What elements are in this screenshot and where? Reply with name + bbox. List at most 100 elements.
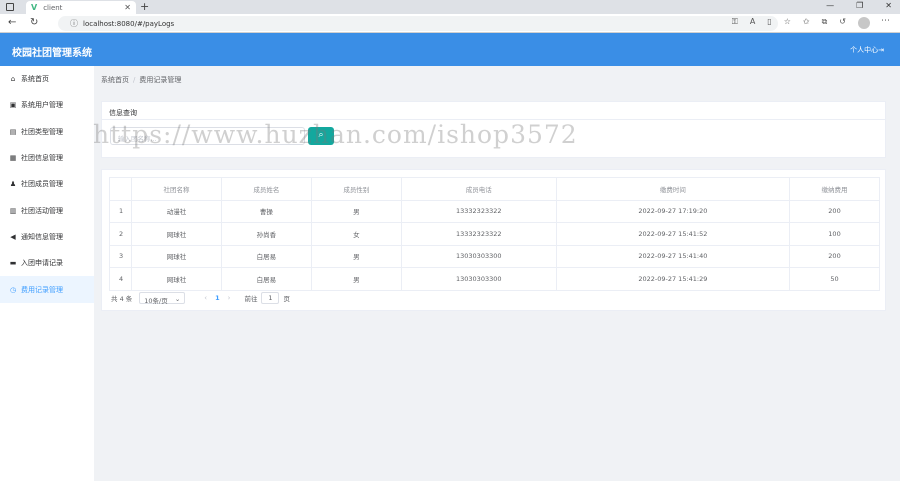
sidebar-item-label: 社团活动管理 (21, 206, 63, 215)
table-cell: 孙尚香 (220, 222, 312, 246)
sidebar-item-notices[interactable]: ◀ 通知信息管理 (0, 224, 94, 250)
sidebar-item-label: 通知信息管理 (21, 232, 63, 241)
back-icon[interactable]: ← (8, 17, 16, 28)
restore-icon[interactable]: ❐ (856, 1, 863, 10)
split-screen-icon[interactable]: ▯ (767, 17, 771, 27)
table-cell: 网球社 (131, 222, 222, 246)
table-cell: 200 (789, 244, 880, 268)
users-icon: ♟ (9, 180, 17, 189)
table-cell: 13332323322 (400, 222, 557, 246)
url-text: localhost:8080/#/payLogs (83, 19, 175, 28)
prev-page-icon[interactable]: ‹ (204, 294, 207, 302)
sidebar-item-activities[interactable]: ▥ 社团活动管理 (0, 197, 94, 223)
table-header-cell: 成员姓名 (220, 177, 312, 201)
profile-avatar[interactable] (858, 17, 870, 29)
favorites-icon[interactable]: ✩ (803, 17, 810, 27)
app-title: 校园社团管理系统 (12, 48, 92, 59)
clock-icon: ◷ (9, 285, 17, 294)
pagination-total: 共 4 条 (111, 295, 133, 303)
sidebar-item-label: 社团信息管理 (21, 154, 63, 163)
page-size-select[interactable]: 10条/页 ⌄ (139, 292, 186, 305)
collections-icon[interactable]: ⧉ (822, 17, 828, 27)
sidebar-item-club-types[interactable]: ▤ 社团类型管理 (0, 119, 94, 145)
table-cell: 白居易 (220, 244, 312, 268)
table-cell: 2022-09-27 15:41:52 (555, 222, 791, 246)
table-cell: 网球社 (131, 267, 222, 291)
address-bar-row: ← ↻ ⓘ localhost:8080/#/payLogs ⚿ A ▯ ☆ ✩… (0, 14, 900, 33)
table-cell: 2022-09-27 17:19:20 (555, 199, 791, 223)
next-page-icon[interactable]: › (228, 294, 231, 302)
table-row[interactable]: 3 网球社 白居易 男 13030303300 2022-09-27 15:41… (109, 244, 880, 268)
close-tab-icon[interactable]: ✕ (124, 3, 131, 12)
table-cell: 200 (789, 199, 880, 223)
page-number-current[interactable]: 1 (215, 294, 220, 302)
calendar-icon: ▥ (9, 206, 17, 215)
table-cell: 网球社 (131, 244, 222, 268)
table-cell: 100 (789, 222, 880, 246)
history-icon[interactable]: ↺ (839, 17, 846, 27)
browser-tab[interactable]: V client ✕ (26, 1, 136, 14)
breadcrumb-separator: / (133, 76, 136, 84)
site-info-icon[interactable]: ⓘ (70, 18, 78, 29)
table-cell: 2022-09-27 15:41:29 (555, 267, 791, 291)
pay-logs-table: 社团名称 成员姓名 成员性别 成员电话 缴费时间 缴纳费用 1 动漫社 曹操 男… (109, 177, 880, 291)
breadcrumb: 系统首页 / 费用记录管理 (101, 75, 181, 85)
bullhorn-icon: ◀ (10, 232, 16, 241)
table-row[interactable]: 4 网球社 白居易 男 13030303300 2022-09-27 15:41… (109, 267, 880, 291)
sidebar-item-members[interactable]: ♟ 社团成员管理 (0, 171, 94, 197)
table-cell: 3 (109, 244, 132, 268)
app-header: 校园社团管理系统 个人中心⇥ (0, 33, 900, 66)
sidebar-item-club-info[interactable]: ▦ 社团信息管理 (0, 145, 94, 171)
table-cell: 4 (109, 267, 132, 291)
table-header-cell: 缴费时间 (555, 177, 791, 201)
chevron-down-icon: ⌄ (174, 295, 181, 303)
table-header-row: 社团名称 成员姓名 成员性别 成员电话 缴费时间 缴纳费用 (109, 177, 880, 201)
table-row[interactable]: 2 网球社 孙尚香 女 13332323322 2022-09-27 15:41… (109, 222, 880, 246)
read-aloud-icon[interactable]: A (750, 17, 755, 27)
goto-label: 前往 (244, 295, 258, 303)
table-header-cell (109, 177, 132, 201)
table-cell: 13030303300 (400, 267, 557, 291)
table-cell: 男 (310, 199, 402, 223)
favorite-icon[interactable]: ☆ (784, 17, 791, 27)
table-header-cell: 缴纳费用 (789, 177, 880, 201)
building-icon: ▦ (9, 154, 17, 163)
sidebar-item-label: 系统首页 (21, 75, 49, 84)
breadcrumb-home[interactable]: 系统首页 (101, 76, 129, 84)
table-header-cell: 成员性别 (310, 177, 402, 201)
table-cell: 13030303300 (400, 244, 557, 268)
more-icon[interactable]: ⋯ (881, 16, 890, 26)
table-cell: 男 (310, 244, 402, 268)
sidebar-item-home[interactable]: ⌂ 系统首页 (0, 66, 94, 92)
sidebar-item-applications[interactable]: ▬ 入团申请记录 (0, 250, 94, 276)
minimize-icon[interactable]: — (826, 1, 834, 10)
new-tab-icon[interactable]: + (140, 0, 149, 13)
sidebar-item-label: 社团成员管理 (21, 180, 63, 189)
table-row[interactable]: 1 动漫社 曹操 男 13332323322 2022-09-27 17:19:… (109, 199, 880, 223)
close-window-icon[interactable]: ✕ (885, 1, 892, 10)
table-cell: 男 (310, 267, 402, 291)
table-card: 社团名称 成员姓名 成员性别 成员电话 缴费时间 缴纳费用 1 动漫社 曹操 男… (101, 169, 886, 311)
user-center-link[interactable]: 个人中心⇥ (850, 45, 884, 55)
window-controls: — ❐ ✕ (826, 1, 892, 10)
sidebar-item-users[interactable]: ▣ 系统用户管理 (0, 92, 94, 118)
tab-actions-icon[interactable] (6, 3, 14, 11)
sidebar-item-label: 入团申请记录 (21, 259, 63, 268)
table-cell: 13332323322 (400, 199, 557, 223)
sidebar: ⌂ 系统首页 ▣ 系统用户管理 ▤ 社团类型管理 ▦ 社团信息管理 ♟ 社团成员管理 ▥ 社… (0, 66, 94, 481)
user-center-label: 个人中心 (850, 46, 879, 54)
table-cell: 2 (109, 222, 132, 246)
home-icon: ⌂ (10, 75, 16, 84)
page-suffix: 页 (283, 295, 290, 303)
sidebar-item-pay-logs[interactable]: ◷ 费用记录管理 (0, 276, 94, 303)
reload-icon[interactable]: ↻ (30, 17, 38, 28)
goto-page-input[interactable]: 1 (261, 292, 280, 304)
list-icon: ▤ (9, 127, 17, 136)
key-icon[interactable]: ⚿ (732, 17, 738, 27)
table-header-cell: 成员电话 (400, 177, 557, 201)
sidebar-item-label: 社团类型管理 (21, 127, 63, 136)
breadcrumb-current: 费用记录管理 (139, 76, 182, 84)
browser-tab-title: client (43, 3, 63, 12)
table-cell: 2022-09-27 15:41:40 (555, 244, 791, 268)
url-field[interactable]: ⓘ localhost:8080/#/payLogs (58, 16, 778, 31)
